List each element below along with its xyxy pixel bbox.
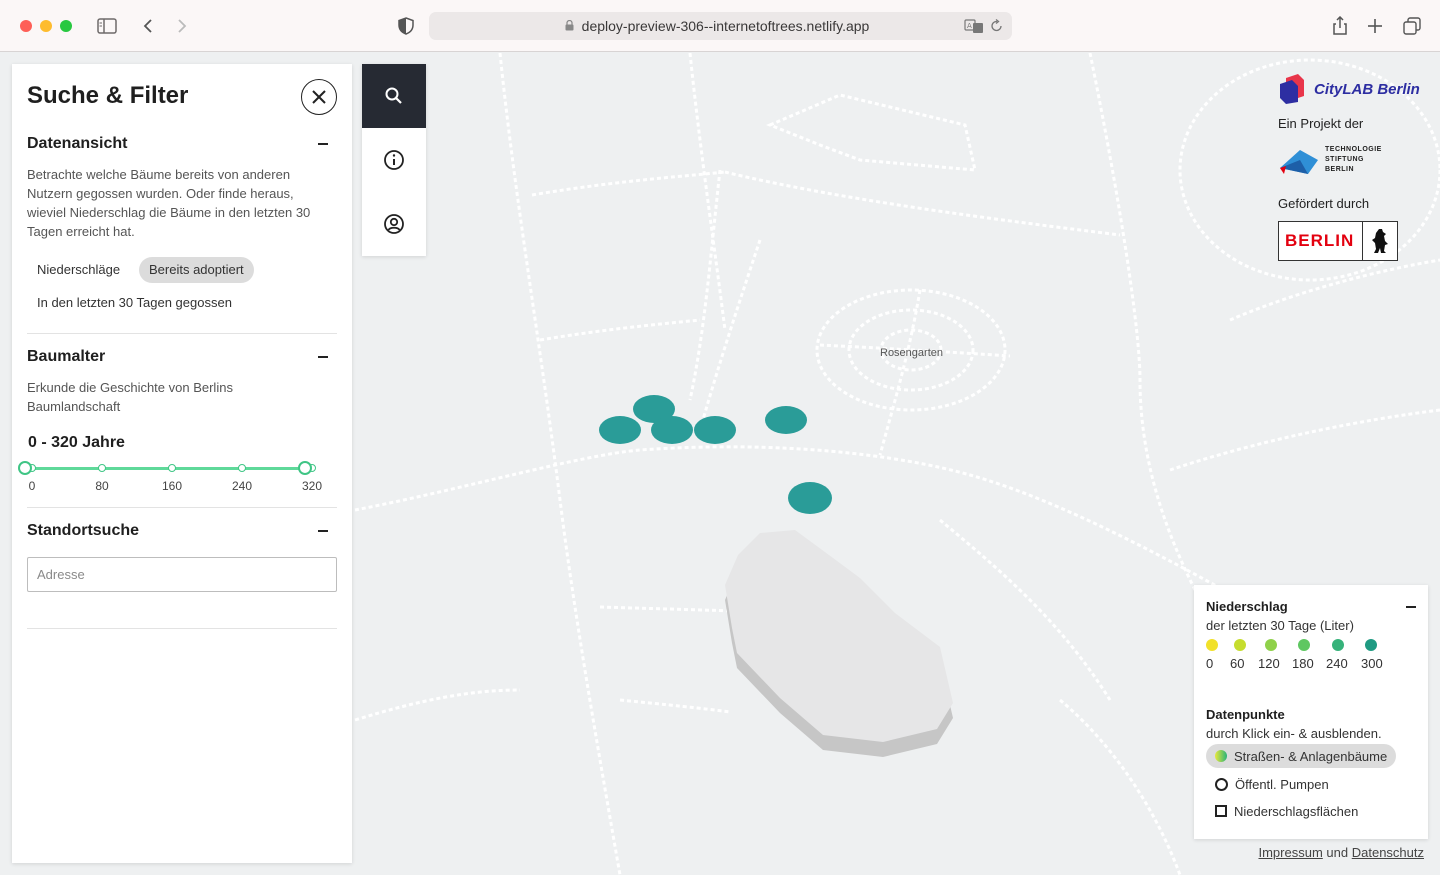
citylab-logo[interactable]: CityLAB Berlin (1278, 74, 1420, 104)
map-label-rosengarten: Rosengarten (880, 347, 943, 359)
sidebar-title: Suche & Filter (27, 82, 189, 109)
legend-scale-label: 240 (1326, 656, 1348, 671)
minimize-window-button[interactable] (40, 20, 52, 32)
berlin-logo[interactable]: BERLIN (1278, 221, 1398, 261)
area-square-icon (1215, 805, 1227, 817)
toggle-strassenbaeume-label: Straßen- & Anlagenbäume (1234, 748, 1388, 764)
legend-scale-dot (1265, 639, 1277, 651)
toggle-niederschlagsflaechen[interactable]: Niederschlagsflächen (1206, 799, 1367, 823)
legend-scale-label: 300 (1361, 656, 1383, 671)
info-button[interactable] (362, 128, 426, 192)
sidebar-toggle-icon[interactable] (95, 14, 119, 38)
citylab-name: CityLAB Berlin (1314, 80, 1420, 98)
toggle-strassenbaeume[interactable]: Straßen- & Anlagenbäume (1206, 744, 1397, 768)
legend-scale-dot (1298, 639, 1310, 651)
filter-sidebar: Suche & Filter Datenansicht Betrachte we… (12, 64, 352, 863)
toggle-pumpen[interactable]: Öffentl. Pumpen (1206, 772, 1338, 796)
legend-scale-dot (1206, 639, 1218, 651)
reload-icon[interactable] (990, 18, 1004, 34)
legend-niederschlag-heading: Niederschlag (1206, 599, 1288, 614)
slider-tick-label: 240 (231, 479, 253, 493)
tab-overview-icon[interactable] (1400, 14, 1424, 38)
slider-tick (168, 464, 176, 472)
age-range-label: 0 - 320 Jahre (28, 434, 125, 451)
collapse-datenansicht-button[interactable] (318, 143, 328, 145)
slider-tick (238, 464, 246, 472)
toggle-pumpen-label: Öffentl. Pumpen (1235, 776, 1329, 792)
legend-datenpunkte-sub: durch Klick ein- & ausblenden. (1206, 726, 1382, 741)
datenansicht-description: Betrachte welche Bäume bereits von ander… (27, 167, 311, 239)
legend-scale-dot (1365, 639, 1377, 651)
credits: CityLAB Berlin Ein Projekt der TECHNOLOG… (1270, 70, 1440, 270)
footer-links: Impressum und Datenschutz (1258, 845, 1424, 860)
technologiestiftung-name: TECHNOLOGIE STIFTUNG BERLIN (1325, 146, 1382, 173)
legend-scale-dot (1234, 639, 1246, 651)
legend-niederschlag-sub: der letzten 30 Tage (Liter) (1206, 618, 1354, 633)
standortsuche-heading: Standortsuche (27, 522, 140, 539)
forward-icon[interactable] (170, 14, 194, 38)
age-slider-max-handle[interactable] (298, 461, 312, 475)
close-icon (312, 90, 326, 104)
legend-scale-dot (1332, 639, 1344, 651)
map-legend: Niederschlag der letzten 30 Tage (Liter)… (1194, 585, 1428, 839)
collapse-legend-button[interactable] (1406, 606, 1416, 608)
projekt-text: Ein Projekt der (1278, 116, 1364, 131)
legend-scale-label: 0 (1206, 656, 1214, 671)
datenschutz-link[interactable]: Datenschutz (1352, 845, 1424, 860)
privacy-shield-icon[interactable] (394, 14, 418, 38)
trees-dot-icon (1215, 750, 1227, 762)
address-bar[interactable]: deploy-preview-306--internetoftrees.netl… (429, 12, 1012, 40)
legend-scale-label: 180 (1292, 656, 1314, 671)
divider (27, 507, 337, 508)
user-icon (384, 214, 404, 234)
age-slider-min-handle[interactable] (18, 461, 32, 475)
legend-datenpunkte-heading: Datenpunkte (1206, 707, 1285, 722)
berlin-wordmark: BERLIN (1285, 231, 1355, 250)
share-icon[interactable] (1328, 14, 1352, 38)
baumalter-description: Erkunde die Geschichte von Berlins Bauml… (27, 380, 233, 414)
slider-tick-label: 80 (95, 479, 109, 493)
slider-tick-label: 160 (161, 479, 183, 493)
divider (27, 628, 337, 629)
impressum-link[interactable]: Impressum (1258, 845, 1322, 860)
slider-tick-label: 0 (28, 479, 36, 493)
tag-niederschlaege[interactable]: Niederschläge (27, 257, 130, 283)
translate-icon[interactable]: A (964, 18, 986, 34)
address-search-input[interactable] (27, 557, 337, 592)
tag-bereits-adoptiert[interactable]: Bereits adoptiert (139, 257, 254, 283)
search-button[interactable] (362, 64, 426, 128)
gefoerdert-text: Gefördert durch (1278, 196, 1370, 211)
slider-tick-label: 320 (301, 479, 323, 493)
view-toolbar (362, 64, 426, 256)
divider (27, 333, 337, 334)
toggle-niederschlagsflaechen-label: Niederschlagsflächen (1234, 803, 1359, 819)
browser-toolbar: deploy-preview-306--internetoftrees.netl… (0, 0, 1440, 52)
close-window-button[interactable] (20, 20, 32, 32)
info-icon (384, 150, 404, 170)
tag-gegossen[interactable]: In den letzten 30 Tagen gegossen (27, 290, 242, 316)
svg-text:A: A (967, 22, 972, 30)
baumalter-heading: Baumalter (27, 348, 106, 365)
collapse-baumalter-button[interactable] (318, 356, 328, 358)
legend-scale-label: 120 (1258, 656, 1280, 671)
search-icon (385, 87, 402, 104)
legend-scale-label: 60 (1230, 656, 1245, 671)
datenansicht-heading: Datenansicht (27, 135, 128, 152)
slider-tick (98, 464, 106, 472)
user-button[interactable] (362, 192, 426, 256)
url-text: deploy-preview-306--internetoftrees.netl… (581, 18, 870, 34)
back-icon[interactable] (136, 14, 160, 38)
technologiestiftung-logo-icon (1280, 150, 1318, 174)
pump-ring-icon (1215, 777, 1228, 791)
footer-und: und (1326, 845, 1349, 860)
divider (1362, 222, 1363, 260)
citylab-logo-icon (1280, 74, 1304, 104)
technologiestiftung-logo[interactable]: TECHNOLOGIE STIFTUNG BERLIN (1278, 144, 1393, 180)
berlin-bear-icon (1372, 229, 1388, 253)
new-tab-icon[interactable] (1363, 14, 1387, 38)
collapse-standortsuche-button[interactable] (318, 530, 328, 532)
zoom-window-button[interactable] (60, 20, 72, 32)
close-sidebar-button[interactable] (301, 79, 337, 115)
lock-icon (565, 20, 574, 31)
